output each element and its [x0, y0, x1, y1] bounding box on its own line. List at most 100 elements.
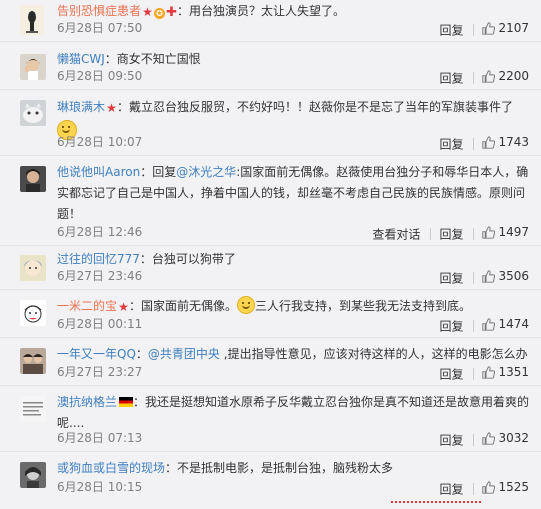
comment-text-continued: 三人行我支持，到某些我无法支持到底。	[255, 299, 472, 313]
comment-text: ：戴立忍台独反服贸，不约好吗！！赵薇你是不是忘了当年的军旗装事件了	[117, 100, 514, 114]
like-count: 1743	[498, 135, 529, 149]
comment-username[interactable]: 一米二的宝	[57, 299, 117, 313]
reply-button[interactable]: 回复	[439, 434, 463, 448]
comment-item: 过往的回忆777：台独可以狗带了 6月27日 23:46 回复 3506	[0, 246, 541, 290]
like-button[interactable]: 1525	[482, 478, 529, 496]
divider	[473, 23, 475, 36]
reply-button[interactable]: 回复	[439, 24, 463, 38]
avatar[interactable]	[20, 255, 46, 281]
comment-time: 6月28日 07:13	[57, 431, 143, 445]
divider	[473, 71, 475, 84]
comment-item: 澳抗纳格兰 ：我还是挺想知道水原希子反华戴立忍台独你是真不知道还是故意用着爽的呢.…	[0, 386, 541, 452]
comment-username[interactable]: 或狗血或白雪的现场	[57, 461, 165, 475]
reply-button[interactable]: 回复	[439, 320, 463, 334]
comment-time: 6月28日 07:50	[57, 21, 143, 35]
comment-body: 一年又一年QQ：@共青团中央 ,提出指导性意见，应该对待这样的人，这样的电影怎么…	[57, 344, 531, 365]
comment-time: 6月28日 12:46	[57, 225, 143, 239]
member-star-icon: ★	[142, 5, 153, 19]
like-button[interactable]: 3506	[482, 267, 529, 285]
thumbs-up-icon	[482, 431, 496, 445]
reply-button[interactable]: 回复	[439, 228, 463, 242]
comment-item: 一米二的宝★：国家面前无偶像。 三人行我支持，到某些我无法支持到底。 6月28日 …	[0, 290, 541, 338]
thumbs-up-icon	[482, 480, 496, 494]
divider	[430, 227, 432, 240]
comment-item: 他说他叫Aaron：回复@沐光之华:国家面前无偶像。赵薇使用台独分子和辱华日本人…	[0, 156, 541, 246]
thumbs-up-icon	[482, 365, 496, 379]
thumbs-up-icon	[482, 269, 496, 283]
comment-body: 澳抗纳格兰 ：我还是挺想知道水原希子反华戴立忍台独你是真不知道还是故意用着爽的呢.…	[57, 392, 531, 434]
comment-meta: 6月28日 07:13 回复 3032	[57, 429, 529, 450]
comment-text: ,提出指导性意见，应该对待这样的人，这样的电影怎么办	[219, 347, 528, 361]
mention-link[interactable]: @沐光之华	[176, 165, 236, 179]
like-count: 1497	[498, 225, 529, 239]
comment-username[interactable]: 一年又一年QQ	[57, 347, 136, 361]
comment-meta: 6月28日 09:50 回复 2200	[57, 67, 529, 86]
avatar[interactable]	[20, 300, 46, 326]
reply-button[interactable]: 回复	[439, 138, 463, 152]
red-cross-icon: ✚	[166, 5, 177, 20]
comment-username[interactable]: 琳琅满木	[57, 100, 105, 114]
comment-text: ：用台独演员？太让人失望了。	[177, 4, 346, 18]
comment-actions: 回复 3506	[439, 267, 529, 288]
comment-body: 或狗血或白雪的现场：不是抵制电影，是抵制台独，脑残粉太多	[57, 458, 531, 479]
avatar-image	[20, 166, 46, 192]
like-count: 1351	[498, 365, 529, 379]
like-button[interactable]: 2200	[482, 67, 529, 85]
reply-button[interactable]: 回复	[439, 368, 463, 382]
germany-flag-icon	[119, 397, 134, 407]
like-count: 1525	[498, 480, 529, 494]
member-star-icon: ★	[106, 101, 117, 115]
avatar-image	[20, 54, 46, 80]
comment-actions: 回复 2107	[439, 19, 529, 40]
reply-button[interactable]: 回复	[439, 272, 463, 286]
comment-body: 他说他叫Aaron：回复@沐光之华:国家面前无偶像。赵薇使用台独分子和辱华日本人…	[57, 162, 531, 225]
comment-actions: 查看对话 回复 1497	[372, 223, 529, 244]
avatar[interactable]	[20, 100, 46, 126]
divider	[473, 319, 475, 332]
comment-meta: 6月27日 23:46 回复 3506	[57, 267, 529, 288]
comment-meta: 6月28日 10:15 回复 1525	[57, 478, 529, 497]
comment-actions: 回复 3032	[439, 429, 529, 450]
view-conversation-button[interactable]: 查看对话	[372, 228, 420, 242]
comment-text: ：台独可以狗带了	[139, 252, 236, 266]
avatar[interactable]	[20, 462, 46, 488]
comment-time: 6月28日 09:50	[57, 69, 143, 83]
reply-button[interactable]: 回复	[439, 72, 463, 86]
comment-username[interactable]: 懒猫CWJ	[57, 52, 105, 66]
divider	[473, 482, 475, 495]
like-button[interactable]: 3032	[482, 429, 529, 447]
comment-username[interactable]: 告别恐惧症患者	[57, 4, 141, 18]
comment-text-prefix: ：	[135, 347, 148, 361]
member-star-icon: ★	[118, 300, 129, 314]
comment-username[interactable]: 澳抗纳格兰	[57, 395, 117, 409]
avatar[interactable]	[20, 5, 44, 35]
comment-time: 6月28日 10:07	[57, 135, 143, 149]
like-count: 2107	[498, 21, 529, 35]
comment-meta: 6月28日 12:46 查看对话 回复 1497	[57, 223, 529, 244]
like-button[interactable]: 1474	[482, 315, 529, 333]
comment-username[interactable]: 过往的回忆777	[57, 252, 140, 266]
comment-item: 琳琅满木★：戴立忍台独反服贸，不约好吗！！赵薇你是不是忘了当年的军旗装事件了 6…	[0, 90, 541, 156]
comment-item: 告别恐惧症患者★ ✪ ✚：用台独演员？太让人失望了。 6月28日 07:50 回复 2…	[0, 0, 541, 42]
divider	[473, 433, 475, 446]
like-button[interactable]: 2107	[482, 19, 529, 37]
comment-username[interactable]: 他说他叫Aaron	[57, 165, 140, 179]
thumbs-up-icon	[482, 21, 496, 35]
comment-time: 6月27日 23:46	[57, 269, 143, 283]
comment-meta: 6月28日 00:11 回复 1474	[57, 315, 529, 334]
reply-button[interactable]: 回复	[439, 483, 463, 497]
avatar[interactable]	[20, 396, 46, 422]
like-button[interactable]: 1351	[482, 363, 529, 381]
like-button[interactable]: 1497	[482, 223, 529, 241]
comment-text: ：商女不知亡国恨	[104, 52, 201, 66]
avatar-image	[20, 348, 46, 374]
thumbs-up-icon	[482, 225, 496, 239]
avatar[interactable]	[20, 54, 46, 80]
avatar-image	[20, 255, 46, 281]
like-count: 3032	[498, 431, 529, 445]
avatar[interactable]	[20, 348, 46, 374]
like-button[interactable]: 1743	[482, 133, 529, 151]
mention-link[interactable]: @共青团中央	[148, 347, 220, 361]
comment-meta: 6月28日 10:07 回复 1743	[57, 133, 529, 152]
avatar[interactable]	[20, 166, 46, 192]
